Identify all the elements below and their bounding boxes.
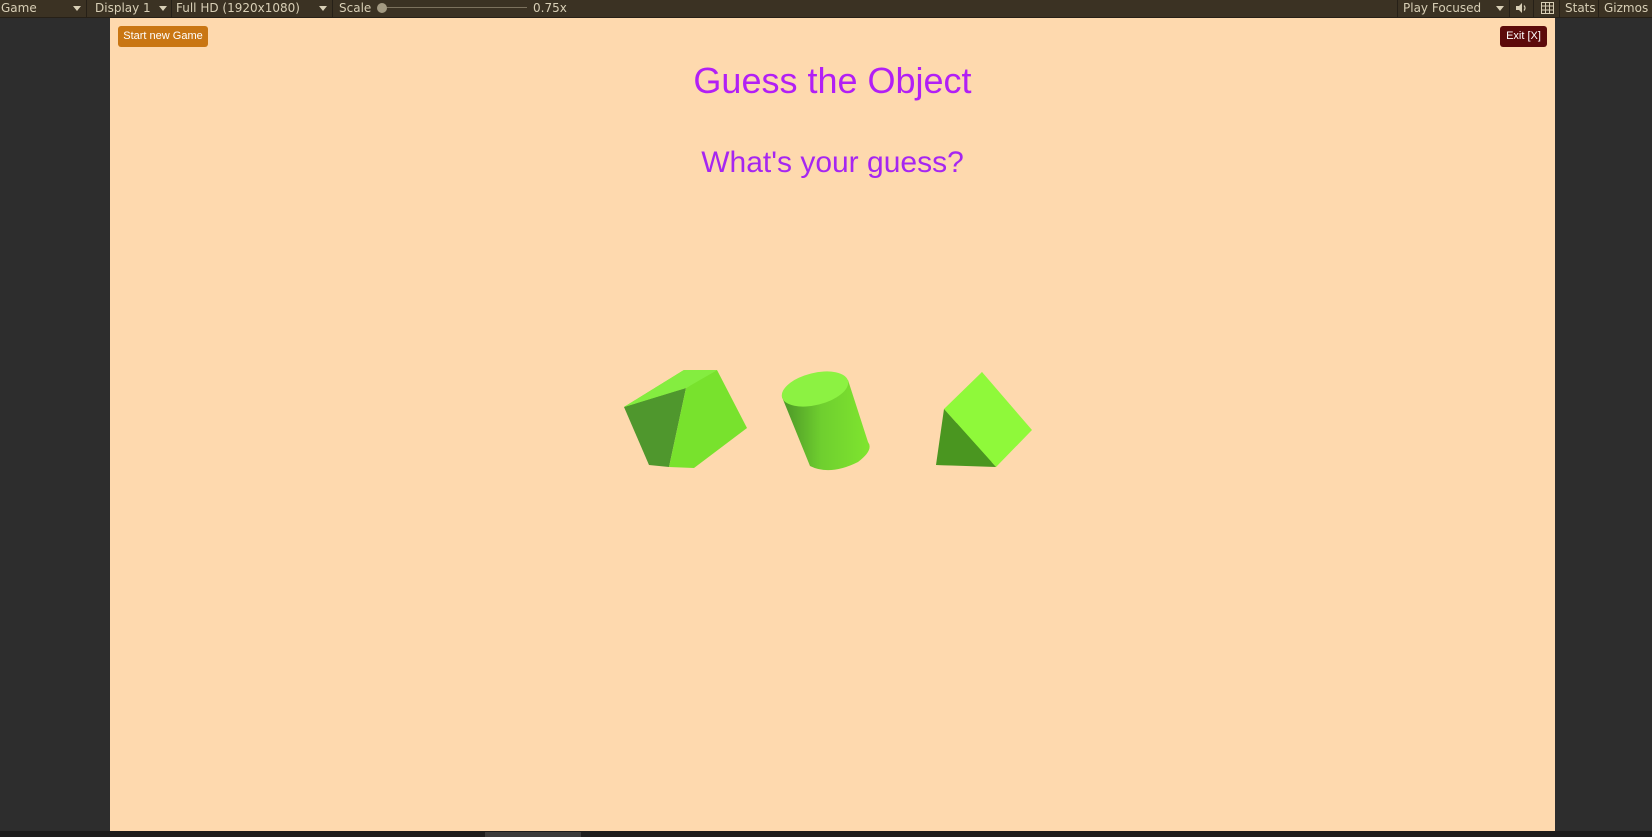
divider <box>1533 0 1534 17</box>
audio-mute-icon[interactable] <box>1515 2 1527 14</box>
start-new-game-button[interactable]: Start new Game <box>118 26 208 47</box>
display-dropdown-label: Display 1 <box>95 1 151 15</box>
status-bar <box>0 831 1652 837</box>
resolution-dropdown-label: Full HD (1920x1080) <box>176 1 300 15</box>
play-mode-dropdown[interactable]: Play Focused <box>1403 0 1481 17</box>
play-mode-dropdown-label: Play Focused <box>1403 1 1482 15</box>
scrollbar-thumb[interactable] <box>485 832 581 837</box>
chevron-down-icon <box>319 6 327 11</box>
game-title: Guess the Object <box>693 60 972 101</box>
divider <box>1509 0 1510 17</box>
guess-prompt: What's your guess? <box>701 146 964 179</box>
display-dropdown[interactable]: Display 1 <box>95 0 151 17</box>
divider <box>1559 0 1560 17</box>
game-view-toolbar: Game Display 1 Full HD (1920x1080) Scale… <box>0 0 1652 18</box>
chevron-down-icon <box>73 6 81 11</box>
divider <box>1598 0 1599 17</box>
pyramid-icon[interactable] <box>936 370 1036 474</box>
grid-icon[interactable] <box>1541 2 1554 14</box>
chevron-down-icon <box>1496 6 1504 11</box>
view-dropdown-label: Game <box>1 1 37 15</box>
resolution-dropdown[interactable]: Full HD (1920x1080) <box>176 0 300 17</box>
game-canvas: Start new Game Exit [X] Guess the Object… <box>110 18 1555 831</box>
exit-button[interactable]: Exit [X] <box>1500 26 1547 47</box>
cube-icon[interactable] <box>624 370 754 476</box>
cylinder-icon[interactable] <box>780 370 880 474</box>
scale-slider-thumb[interactable] <box>377 3 387 13</box>
scale-label: Scale <box>339 1 372 15</box>
gizmos-toggle[interactable]: Gizmos <box>1604 0 1648 17</box>
divider <box>1397 0 1398 17</box>
divider <box>332 0 333 17</box>
chevron-down-icon <box>159 6 167 11</box>
stats-toggle[interactable]: Stats <box>1565 0 1596 17</box>
scale-value: 0.75x <box>533 1 567 15</box>
view-dropdown[interactable]: Game <box>1 0 37 17</box>
scale-slider-track[interactable] <box>382 7 527 8</box>
divider <box>171 0 172 17</box>
divider <box>86 0 87 17</box>
